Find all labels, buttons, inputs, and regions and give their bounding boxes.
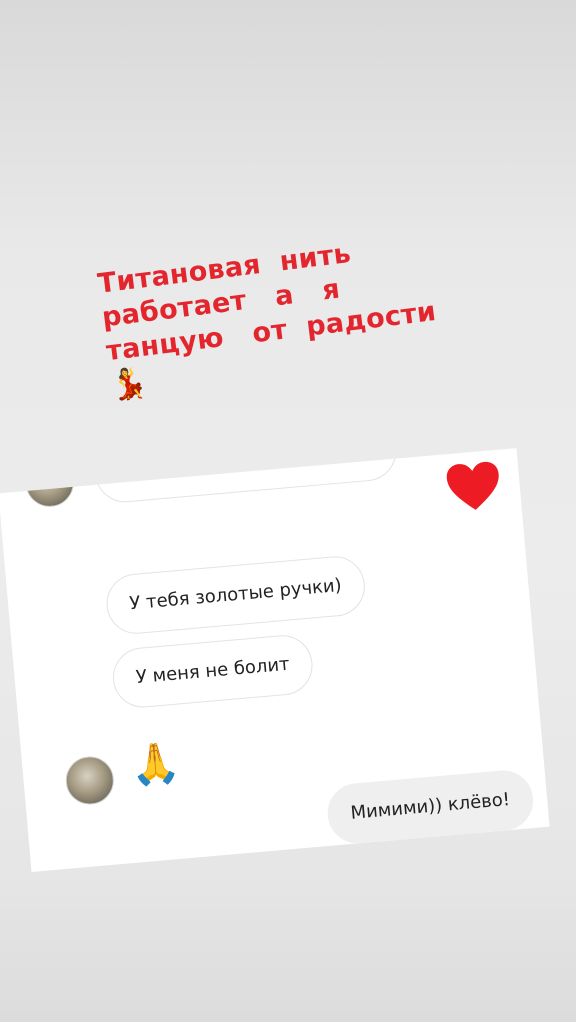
message-bubble: У меня не болит xyxy=(110,632,316,710)
my-message-bubble: Мимими)) клёво! xyxy=(325,768,536,846)
avatar-top xyxy=(23,456,76,509)
heart-icon xyxy=(446,461,499,510)
avatar xyxy=(63,754,116,807)
cut-off-bubble-top xyxy=(92,448,399,505)
cut-off-bubble-bottom xyxy=(163,868,350,872)
message-bubble: У тебя золотые ручки) xyxy=(104,553,368,637)
chat-screenshot: У тебя золотые ручки) У меня не болит 🙏 … xyxy=(0,448,550,872)
story-caption: Титановая нить работает а я танцую от ра… xyxy=(96,224,470,405)
folded-hands-emoji: 🙏 xyxy=(128,740,183,789)
